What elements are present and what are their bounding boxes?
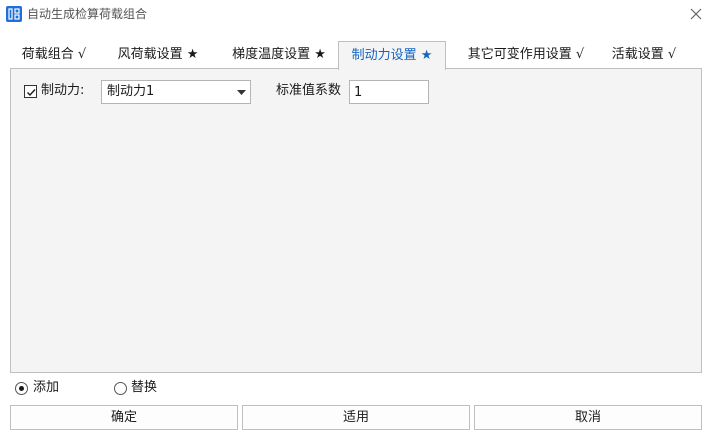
braking-select[interactable]: 制动力1 (101, 80, 251, 104)
braking-label: 制动力: (41, 83, 85, 98)
braking-checkbox[interactable] (24, 85, 37, 98)
tab-other-variable-actions[interactable]: 其它可变作用设置 √ (456, 41, 596, 69)
add-label: 添加 (33, 380, 60, 395)
apply-button[interactable]: 适用 (242, 405, 470, 430)
tab-braking-force[interactable]: 制动力设置 ★ (338, 41, 446, 70)
coefficient-label: 标准值系数 (276, 83, 342, 98)
braking-select-value: 制动力1 (107, 84, 155, 99)
add-radio[interactable] (15, 382, 28, 395)
chevron-down-icon (237, 90, 246, 95)
tab-load-combination[interactable]: 荷载组合 √ (14, 41, 94, 69)
braking-settings-panel: 制动力: 制动力1 标准值系数 (10, 68, 702, 373)
window-title: 自动生成检算荷载组合 (27, 7, 148, 21)
app-grid-icon (6, 6, 22, 22)
replace-label: 替换 (131, 380, 158, 395)
tab-live-load[interactable]: 活载设置 √ (606, 41, 682, 69)
ok-button[interactable]: 确定 (10, 405, 238, 430)
checkmark-icon (27, 89, 36, 97)
replace-radio[interactable] (114, 382, 127, 395)
tab-bar: 荷载组合 √ 风荷载设置 ★ 梯度温度设置 ★ 制动力设置 ★ 其它可变作用设置… (10, 41, 703, 70)
title-bar: 自动生成检算荷载组合 (0, 0, 713, 30)
tab-gradient-temperature[interactable]: 梯度温度设置 ★ (220, 41, 338, 69)
coefficient-input[interactable] (349, 80, 429, 104)
close-icon (690, 8, 702, 20)
tab-wind-load[interactable]: 风荷载设置 ★ (106, 41, 210, 69)
close-button[interactable] (686, 4, 706, 24)
cancel-button[interactable]: 取消 (474, 405, 702, 430)
